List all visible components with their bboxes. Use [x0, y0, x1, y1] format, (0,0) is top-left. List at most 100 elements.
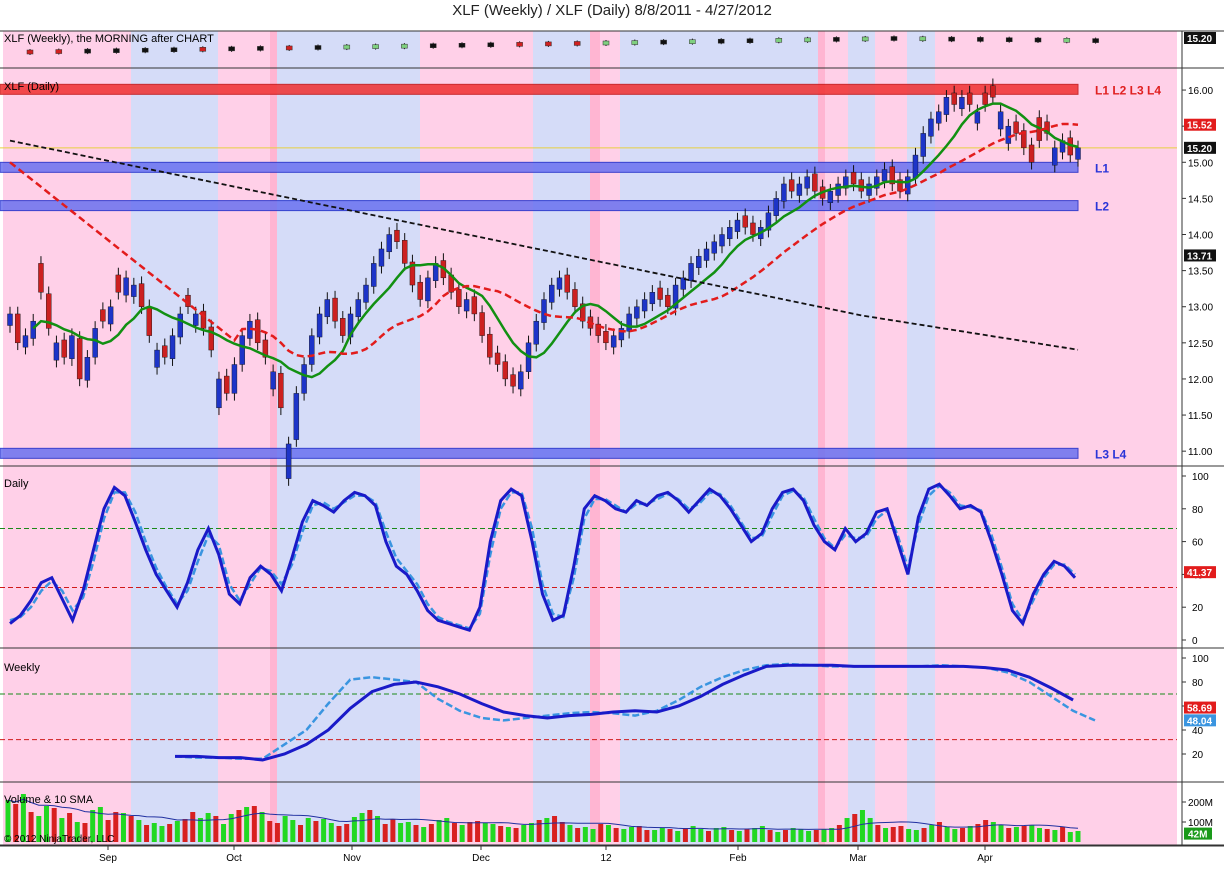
- background-band: [270, 31, 277, 68]
- volume-bar: [821, 829, 827, 842]
- volume-bar: [1021, 826, 1027, 842]
- volume-bar: [244, 807, 250, 842]
- volume-bar: [890, 827, 896, 842]
- price-candle: [974, 111, 981, 124]
- volume-bar: [567, 825, 573, 842]
- price-candle: [812, 173, 818, 192]
- volume-bar: [644, 830, 650, 842]
- level-label: L3 L4: [1095, 447, 1127, 461]
- volume-bar: [305, 818, 311, 842]
- price-candle: [494, 352, 501, 365]
- price-candle: [7, 313, 13, 326]
- volume-bar: [298, 825, 304, 842]
- daily-stoch-label: Daily: [4, 478, 29, 490]
- volume-bar: [605, 825, 611, 842]
- volume-bar: [182, 819, 188, 842]
- level-label: L1 L2 L3 L4: [1095, 83, 1161, 97]
- volume-bar: [829, 828, 835, 842]
- volume-bar: [875, 825, 881, 842]
- volume-bar: [852, 814, 858, 842]
- weekly-candle: [285, 45, 293, 51]
- background-band: [590, 466, 600, 648]
- background-band: [875, 68, 907, 466]
- price-candle: [935, 111, 942, 124]
- weekly-candle: [660, 39, 667, 45]
- weekly-candle: [458, 43, 466, 48]
- volume-bar: [1060, 827, 1066, 842]
- price-candle: [912, 154, 919, 179]
- volume-bar: [328, 823, 334, 842]
- volume-bar: [274, 823, 280, 842]
- volume-bar: [790, 828, 796, 842]
- background-band: [620, 782, 820, 845]
- volume-bar: [490, 824, 496, 842]
- x-tick-label: Nov: [343, 853, 361, 864]
- price-candle: [254, 319, 261, 344]
- y-tick-label: 15.00: [1188, 158, 1213, 169]
- price-candle: [827, 190, 834, 203]
- price-candle: [966, 92, 973, 105]
- price-candle: [115, 274, 122, 293]
- weekly-candle: [170, 47, 178, 52]
- price-candle: [665, 294, 671, 307]
- price-candle: [285, 443, 292, 479]
- daily-pane-label: XLF (Daily): [4, 81, 59, 93]
- price-candle: [38, 263, 44, 293]
- price-candle: [835, 183, 841, 196]
- volume-bar: [159, 826, 165, 842]
- background-band: [533, 68, 592, 466]
- weekly-candle: [545, 41, 552, 47]
- volume-bar: [859, 810, 865, 842]
- volume-bar: [382, 824, 388, 842]
- price-candle: [943, 97, 950, 115]
- price-candle: [742, 215, 748, 228]
- volume-bar: [475, 821, 481, 842]
- weekly-candle: [141, 47, 149, 53]
- value-tag: 48.04: [1187, 716, 1212, 727]
- weekly-candle: [228, 46, 235, 52]
- price-candle: [378, 248, 385, 267]
- price-candle: [626, 313, 632, 332]
- background-band: [935, 466, 1177, 648]
- volume-bar: [921, 828, 927, 842]
- volume-bar: [613, 828, 619, 842]
- price-candle: [154, 349, 160, 368]
- weekly-candle: [1005, 37, 1013, 42]
- volume-bar: [675, 831, 681, 842]
- volume-bar: [782, 830, 788, 842]
- price-candle: [549, 284, 555, 303]
- price-candle: [193, 313, 199, 326]
- volume-bar: [736, 831, 742, 842]
- price-candle: [239, 335, 245, 365]
- volume-bar: [983, 820, 989, 842]
- price-candle: [61, 339, 67, 358]
- volume-bar: [428, 824, 434, 842]
- volume-bar: [929, 825, 935, 842]
- y-tick-label: 14.50: [1188, 194, 1213, 205]
- price-candle: [216, 378, 222, 409]
- value-tag: 41.37: [1187, 568, 1212, 579]
- volume-bar: [505, 827, 511, 842]
- y-tick-label: 11.00: [1188, 447, 1213, 458]
- background-band: [935, 68, 1177, 466]
- price-candle: [425, 277, 431, 302]
- y-tick-label: 40: [1192, 726, 1204, 737]
- weekly-candle: [429, 43, 437, 48]
- price-candle: [30, 320, 36, 339]
- volume-bar: [913, 830, 919, 842]
- price-candle: [355, 299, 361, 318]
- price-candle: [131, 284, 137, 297]
- price-candle: [177, 313, 183, 338]
- volume-bar: [313, 821, 319, 842]
- price-candle: [169, 335, 176, 359]
- weekly-stoch-label: Weekly: [4, 662, 40, 674]
- price-candle: [92, 328, 98, 358]
- weekly-candle: [602, 40, 610, 46]
- price-candle: [657, 287, 663, 300]
- volume-bar: [498, 826, 504, 842]
- price-candle: [76, 338, 83, 380]
- background-band: [533, 31, 592, 68]
- volume-bar: [898, 826, 904, 842]
- background-band: [848, 68, 875, 466]
- price-candle: [363, 284, 369, 303]
